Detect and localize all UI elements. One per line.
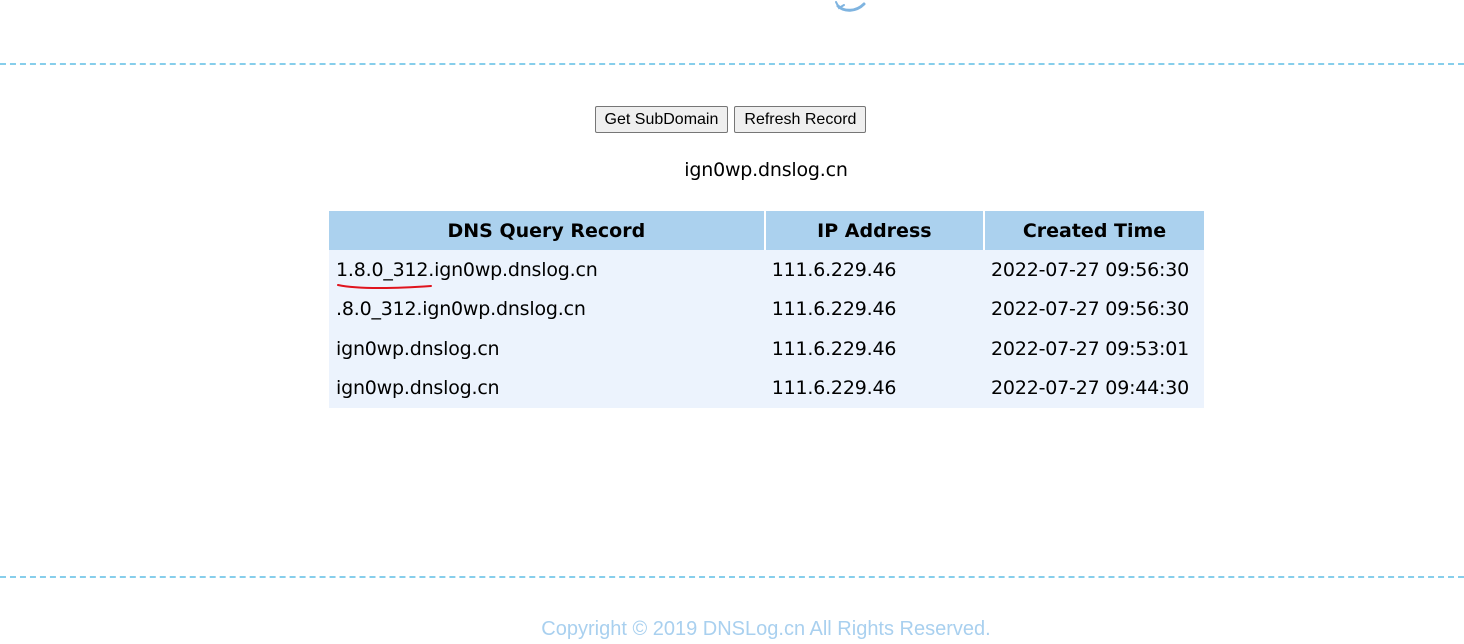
dns-query-cell: ign0wp.dnslog.cn [329,329,765,369]
created-time-cell: 2022-07-27 09:56:30 [984,289,1204,329]
table-header-row: DNS Query Record IP Address Created Time [329,211,1204,250]
created-time-cell: 2022-07-27 09:53:01 [984,329,1204,369]
page: Get SubDomain Refresh Record ign0wp.dnsl… [0,0,1464,644]
ip-address-cell: 111.6.229.46 [764,289,985,329]
ip-address-cell: 111.6.229.46 [764,250,985,290]
ip-address-cell: 111.6.229.46 [764,368,985,408]
dns-records-table: DNS Query Record IP Address Created Time… [329,211,1204,408]
logo-icon [835,1,866,12]
bottom-divider [0,576,1464,578]
created-time-cell: 2022-07-27 09:44:30 [984,368,1204,408]
table-row: 1.8.0_312.ign0wp.dnslog.cn 111.6.229.46 … [329,250,1204,290]
header-created-time: Created Time [984,211,1204,250]
red-underline-annotation [337,284,432,290]
created-time-cell: 2022-07-27 09:56:30 [984,250,1204,290]
dns-query-cell: ign0wp.dnslog.cn [329,368,765,408]
table-row: ign0wp.dnslog.cn 111.6.229.46 2022-07-27… [329,329,1204,369]
top-divider [0,63,1464,65]
refresh-record-button[interactable]: Refresh Record [734,106,867,133]
ip-address-cell: 111.6.229.46 [764,329,985,369]
subdomain-display: ign0wp.dnslog.cn [684,159,848,181]
copyright-footer: Copyright © 2019 DNSLog.cn All Rights Re… [541,618,991,640]
toolbar: Get SubDomain Refresh Record [0,106,1464,133]
header-dns-query-record: DNS Query Record [329,211,766,250]
dns-query-cell: .8.0_312.ign0wp.dnslog.cn [329,289,765,329]
get-subdomain-button[interactable]: Get SubDomain [594,106,729,133]
table-row: .8.0_312.ign0wp.dnslog.cn 111.6.229.46 2… [329,289,1204,329]
table-row: ign0wp.dnslog.cn 111.6.229.46 2022-07-27… [329,368,1204,408]
header-ip-address: IP Address [764,211,986,250]
